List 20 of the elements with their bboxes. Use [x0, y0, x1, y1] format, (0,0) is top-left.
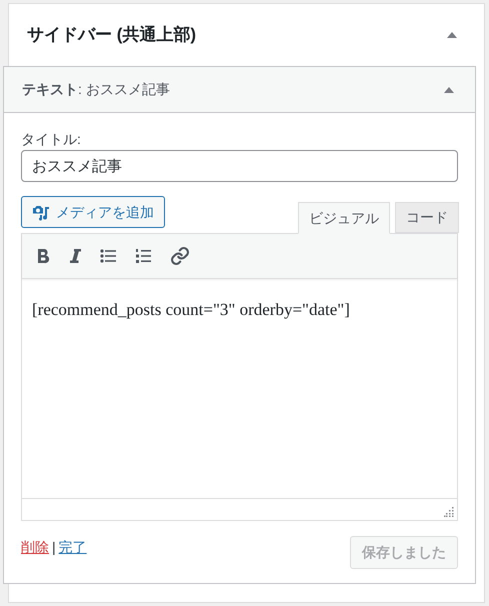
italic-icon[interactable] — [69, 248, 81, 264]
delete-link[interactable]: 削除 — [21, 537, 49, 558]
link-separator: | — [52, 538, 56, 557]
bulleted-list-icon[interactable] — [100, 249, 116, 263]
done-link[interactable]: 完了 — [58, 537, 87, 558]
collapse-caret-icon[interactable] — [447, 32, 457, 38]
title-label: タイトル: — [21, 130, 82, 148]
editor-content[interactable]: [recommend_posts count="3" orderby="date"] — [22, 279, 457, 498]
widget-title[interactable]: テキスト: おススメ記事 — [22, 79, 170, 100]
editor-tab[interactable]: ビジュアル — [298, 202, 390, 234]
title-input-field[interactable]: おススメ記事 — [21, 150, 458, 182]
numbered-list-icon[interactable] — [135, 248, 151, 264]
bold-icon[interactable] — [36, 248, 50, 264]
camera-music-icon — [32, 204, 50, 220]
link-icon[interactable] — [170, 246, 190, 266]
resize-handle-icon[interactable] — [444, 507, 454, 517]
collapse-caret-icon[interactable] — [444, 86, 454, 92]
editor-tab[interactable]: コード — [395, 202, 459, 233]
sidebar-title: サイドバー (共通上部) — [27, 24, 196, 46]
add-media-button[interactable]: メディアを追加 — [21, 196, 165, 228]
